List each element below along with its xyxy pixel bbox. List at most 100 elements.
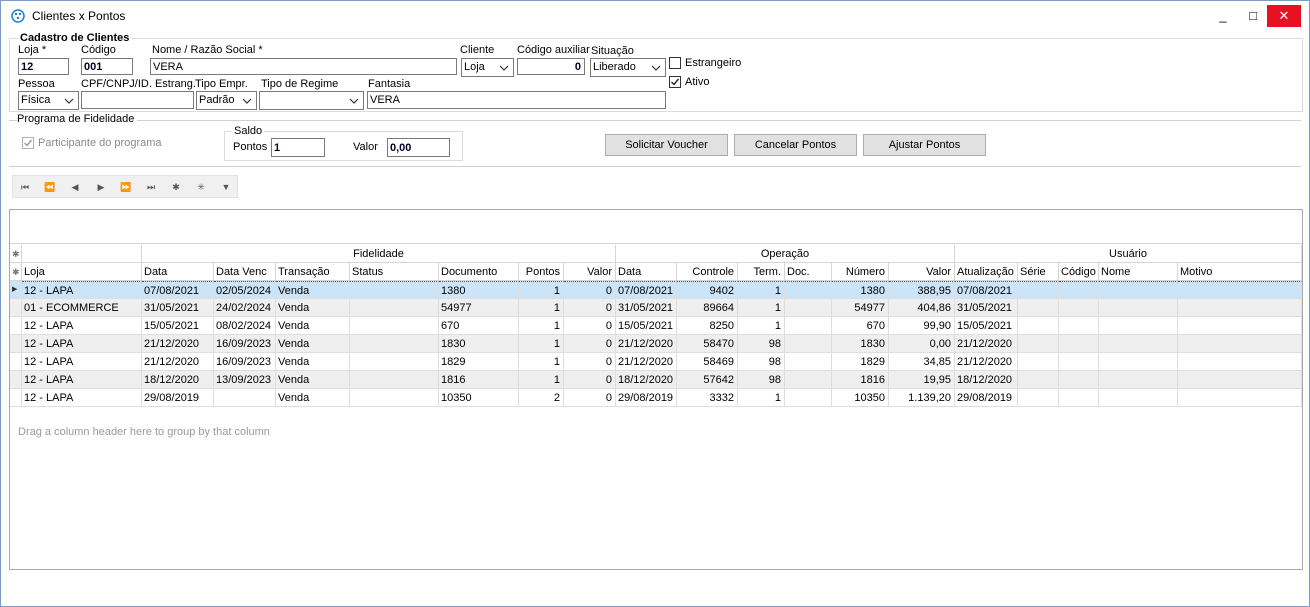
table-cell[interactable] [1059,299,1099,317]
table-cell[interactable]: 29/08/2019 [142,389,214,407]
next-record-icon[interactable]: ▶ [93,180,109,194]
column-header[interactable]: Série [1018,263,1059,281]
table-cell[interactable]: 1829 [832,353,889,371]
table-cell[interactable]: Venda [276,299,350,317]
table-cell[interactable]: 12 - LAPA [22,371,142,389]
table-cell[interactable] [1099,371,1178,389]
table-cell[interactable]: 1380 [439,281,519,299]
codigo-input[interactable]: 001 [81,58,133,75]
table-cell[interactable] [1059,371,1099,389]
cliente-select[interactable]: Loja [461,58,514,77]
table-cell[interactable]: 0 [564,335,616,353]
saldo-pontos-input[interactable]: 1 [271,138,325,157]
table-cell[interactable]: Venda [276,389,350,407]
column-header[interactable]: Term. [738,263,785,281]
ativo-checkbox[interactable] [669,76,681,88]
table-cell[interactable]: 1830 [832,335,889,353]
table-cell[interactable]: 13/09/2023 [214,371,276,389]
table-cell[interactable] [1099,335,1178,353]
table-cell[interactable]: 1 [519,353,564,371]
first-page-icon[interactable]: ⏮ [17,180,33,194]
column-header[interactable]: Controle [677,263,738,281]
table-cell[interactable] [785,389,832,407]
table-cell[interactable]: 07/08/2021 [955,281,1018,299]
table-cell[interactable]: Venda [276,353,350,371]
table-cell[interactable]: 0 [564,317,616,335]
table-cell[interactable]: 12 - LAPA [22,389,142,407]
table-cell[interactable] [1178,389,1302,407]
table-cell[interactable]: 0 [564,371,616,389]
append-icon[interactable]: ✱ [168,180,184,194]
table-cell[interactable]: 31/05/2021 [616,299,677,317]
table-cell[interactable]: 29/08/2019 [955,389,1018,407]
row-indicator[interactable] [10,299,22,317]
pessoa-select[interactable]: Física [18,91,79,110]
table-cell[interactable]: 21/12/2020 [616,335,677,353]
table-cell[interactable]: 07/08/2021 [142,281,214,299]
table-cell[interactable]: 98 [738,371,785,389]
column-header[interactable]: Número [832,263,889,281]
column-header[interactable]: Pontos [519,263,564,281]
table-cell[interactable]: 670 [832,317,889,335]
table-cell[interactable]: 1816 [439,371,519,389]
table-cell[interactable]: 12 - LAPA [22,335,142,353]
table-cell[interactable]: 2 [519,389,564,407]
column-header[interactable]: Documento [439,263,519,281]
table-cell[interactable]: 1 [519,281,564,299]
table-cell[interactable]: 29/08/2019 [616,389,677,407]
table-cell[interactable] [350,281,439,299]
table-cell[interactable]: 1 [519,335,564,353]
table-cell[interactable] [1059,389,1099,407]
participante-checkbox[interactable] [22,137,34,149]
row-indicator[interactable] [10,317,22,335]
table-cell[interactable] [1099,389,1178,407]
table-cell[interactable]: Venda [276,281,350,299]
table-cell[interactable]: 31/05/2021 [955,299,1018,317]
column-header[interactable]: Data [616,263,677,281]
table-cell[interactable]: 8250 [677,317,738,335]
table-cell[interactable]: 21/12/2020 [142,335,214,353]
table-cell[interactable]: 08/02/2024 [214,317,276,335]
table-cell[interactable] [1059,317,1099,335]
table-cell[interactable]: 1 [519,317,564,335]
table-cell[interactable] [1099,317,1178,335]
table-cell[interactable]: 1816 [832,371,889,389]
table-cell[interactable] [1099,299,1178,317]
table-cell[interactable] [1018,335,1059,353]
table-cell[interactable]: 1 [519,371,564,389]
table-cell[interactable]: 31/05/2021 [142,299,214,317]
column-header[interactable]: Loja [22,263,142,281]
table-cell[interactable]: 99,90 [889,317,955,335]
table-cell[interactable] [350,389,439,407]
table-cell[interactable]: 0 [564,299,616,317]
filter-icon[interactable]: ▼ [218,180,234,194]
table-cell[interactable]: 404,86 [889,299,955,317]
table-cell[interactable]: 1829 [439,353,519,371]
cpf-input[interactable] [81,91,194,109]
ajustar-pontos-button[interactable]: Ajustar Pontos [863,134,986,156]
table-cell[interactable] [350,371,439,389]
table-cell[interactable]: 21/12/2020 [955,335,1018,353]
table-cell[interactable]: 10350 [832,389,889,407]
table-cell[interactable]: 9402 [677,281,738,299]
table-cell[interactable]: 21/12/2020 [142,353,214,371]
table-cell[interactable]: 15/05/2021 [955,317,1018,335]
table-cell[interactable]: 18/12/2020 [955,371,1018,389]
table-cell[interactable]: 02/05/2024 [214,281,276,299]
table-cell[interactable] [1178,281,1302,299]
table-cell[interactable]: 1 [738,389,785,407]
table-cell[interactable]: 0,00 [889,335,955,353]
table-cell[interactable] [1059,353,1099,371]
maximize-button[interactable]: □ [1236,5,1270,27]
table-cell[interactable]: 16/09/2023 [214,353,276,371]
next-page-icon[interactable]: ⏩ [118,180,134,194]
situacao-select[interactable]: Liberado [590,58,666,77]
table-cell[interactable]: 89664 [677,299,738,317]
table-cell[interactable]: 57642 [677,371,738,389]
table-cell[interactable]: 12 - LAPA [22,317,142,335]
column-header[interactable]: Código [1059,263,1099,281]
table-cell[interactable] [1178,317,1302,335]
saldo-valor-input[interactable]: 0,00 [387,138,450,157]
table-cell[interactable] [785,353,832,371]
table-cell[interactable]: 24/02/2024 [214,299,276,317]
